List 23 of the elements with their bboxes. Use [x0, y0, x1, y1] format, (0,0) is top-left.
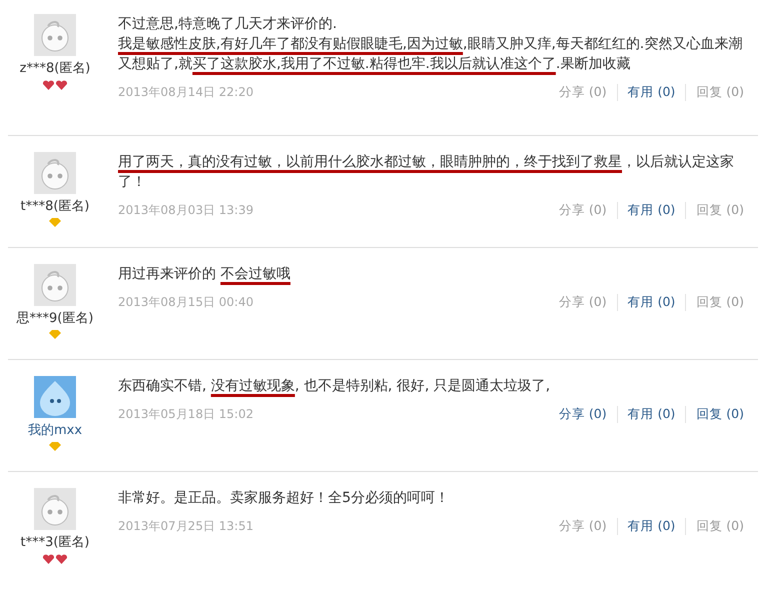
action-link[interactable]: 有用 (0) — [616, 518, 686, 535]
action-link[interactable]: 有用 (0) — [616, 406, 686, 423]
action-link[interactable]: 有用 (0) — [616, 84, 686, 101]
action-link[interactable]: 分享 (0) — [548, 406, 617, 423]
username: t***3(匿名) — [20, 534, 90, 551]
review-text: 用了两天，真的没有过敏，以前用什么胶水都过敏，眼睛肿肿的，终于找到了救星，以后就认定这家了！ — [118, 153, 735, 192]
review-date: 2013年08月15日 00:40 — [118, 294, 254, 311]
review-date: 2013年05月18日 15:02 — [118, 406, 254, 423]
action-link[interactable]: 有用 (0) — [616, 202, 686, 219]
review-date: 2013年07月25日 13:51 — [118, 518, 254, 535]
username: z***8(匿名) — [20, 60, 90, 77]
review-text: 不过意思,特意晚了几天才来评价的. — [118, 15, 338, 34]
action-link[interactable]: 回复 (0) — [685, 406, 754, 423]
action-link[interactable]: 有用 (0) — [616, 294, 686, 311]
username: 思***9(匿名) — [16, 310, 94, 327]
review-text: 用过再来评价的 不会过敏哦 — [118, 265, 292, 284]
username[interactable]: 我的mxx — [28, 421, 82, 439]
review-date: 2013年08月14日 22:20 — [118, 84, 254, 101]
review-date: 2013年08月03日 13:39 — [118, 202, 254, 219]
review-text: 非常好。是正品。卖家服务超好！全5分必须的呵呵！ — [118, 489, 450, 508]
review-text: 我是敏感性皮肤,有好几年了都没有贴假眼睫毛,因为过敏,眼睛又肿又痒,每天都红红的.突然又心血来潮又想贴了,就买了这款胶水,我用了不过敏.粘得也牢.我以后就认准这个了.果断加收藏 — [118, 35, 744, 74]
username: t***8(匿名) — [20, 198, 90, 215]
review-text: 东西确实不错, 没有过敏现象, 也不是特别粘, 很好, 只是圆通太垃圾了, — [118, 377, 552, 396]
